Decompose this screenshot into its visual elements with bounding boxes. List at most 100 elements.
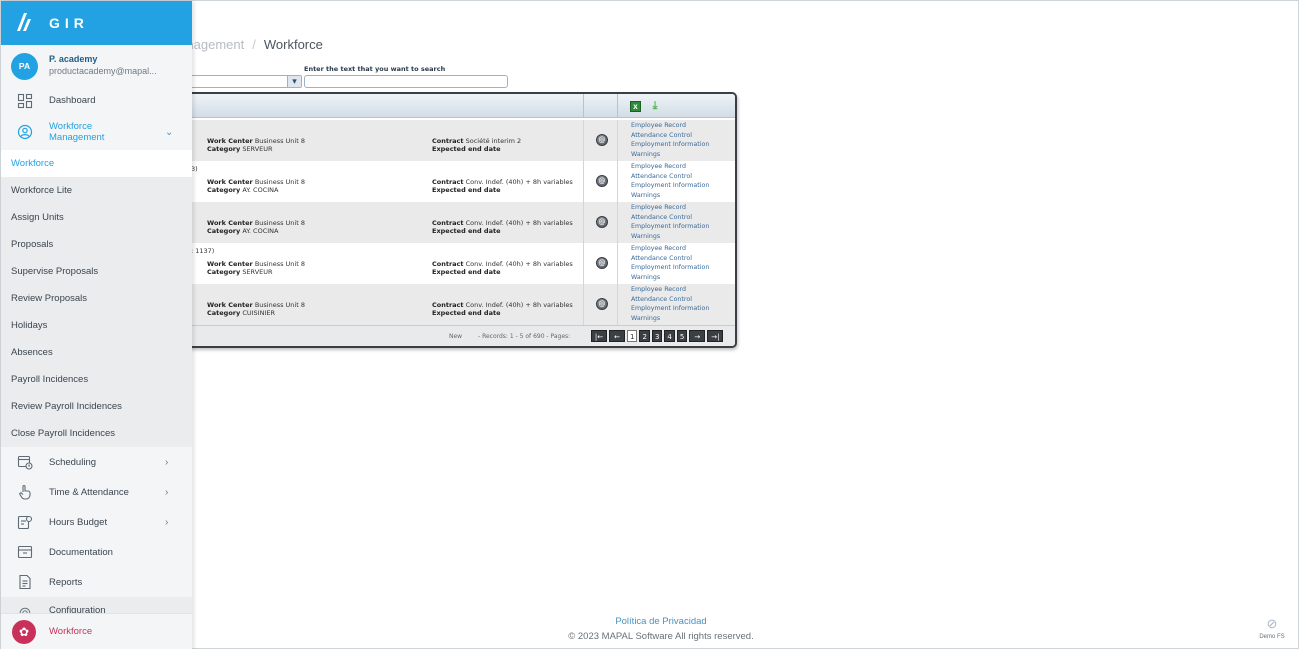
workspace-label: Workforce	[49, 626, 93, 637]
sidebar-item-scheduling[interactable]: Scheduling ›	[1, 447, 192, 477]
excel-export-icon[interactable]: x	[630, 101, 641, 112]
next-page-button[interactable]: →	[689, 330, 706, 342]
search-input[interactable]	[304, 75, 508, 88]
budget-icon	[17, 515, 33, 530]
sidebar-item-reports[interactable]: Reports	[1, 567, 192, 597]
chevron-right-icon: ›	[165, 486, 169, 498]
row-link[interactable]: Warnings	[631, 232, 709, 242]
row-link[interactable]: Attendance Control	[631, 295, 709, 305]
sidebar-item-time-attendance[interactable]: Time & Attendance ›	[1, 477, 192, 507]
attachment-icon[interactable]: @	[596, 175, 608, 187]
sidebar-item-label: Time & Attendance	[49, 486, 129, 498]
user-name: P. academy	[49, 54, 98, 64]
page-button-4[interactable]: 4	[664, 330, 675, 342]
sidebar-subitem[interactable]: Workforce Lite	[1, 177, 192, 204]
download-icon[interactable]: ⤓	[649, 100, 661, 112]
page-button-1[interactable]: 1	[627, 330, 638, 342]
row-link[interactable]: Attendance Control	[631, 131, 709, 141]
workspace-switcher[interactable]: ✿ Workforce	[1, 613, 192, 649]
row-link[interactable]: Warnings	[631, 273, 709, 283]
work-center-label: Work Center	[207, 301, 253, 309]
row-link[interactable]: Employment Information	[631, 304, 709, 314]
sidebar-subitem[interactable]: Payroll Incidences	[1, 366, 192, 393]
row-link[interactable]: Employment Information	[631, 263, 709, 273]
sidebar-item-label: Scheduling	[49, 456, 97, 468]
attachment-icon[interactable]: @	[596, 257, 608, 269]
dashboard-icon	[17, 93, 33, 108]
records-summary: - Records: 1 - 5 of 690 - Pages:	[478, 333, 571, 340]
table-row: : 1137) Work Center Business Unit 8 Catego…	[103, 243, 735, 284]
search-label: Enter the text that you want to search	[304, 65, 446, 73]
sidebar-subitem[interactable]: Holidays	[1, 312, 192, 339]
row-link[interactable]: Attendance Control	[631, 213, 709, 223]
breadcrumb-separator: /	[252, 37, 256, 52]
sidebar-item-dashboard[interactable]: Dashboard	[1, 87, 192, 114]
last-page-button[interactable]: →|	[707, 330, 724, 342]
prev-page-button[interactable]: ←	[609, 330, 625, 342]
row-link[interactable]: Attendance Control	[631, 254, 709, 264]
row-link[interactable]: Warnings	[631, 191, 709, 201]
sidebar-item-label: Documentation	[49, 546, 113, 558]
employee-name-fragment[interactable]: 3)	[191, 165, 198, 173]
row-link[interactable]: Warnings	[631, 314, 709, 324]
row-link[interactable]: Employee Record	[631, 203, 709, 213]
page-button-3[interactable]: 3	[651, 330, 663, 342]
report-icon	[19, 574, 31, 590]
sidebar-subitem[interactable]: Assign Units	[1, 204, 192, 231]
contract-label: Contract	[432, 137, 464, 145]
category-value: SERVEUR	[242, 268, 273, 276]
category-label: Category	[207, 186, 241, 194]
work-center-cell: Work Center Business Unit 8 Category SERV…	[207, 260, 305, 276]
avatar: PA	[11, 53, 38, 80]
page-button-2[interactable]: 2	[639, 330, 650, 342]
user-profile[interactable]: PA P. academy productacademy@mapal...	[1, 45, 192, 87]
row-link[interactable]: Employee Record	[631, 162, 709, 172]
sidebar-subitem[interactable]: Close Payroll Incidences	[1, 420, 192, 447]
sidebar-subitem[interactable]: Review Payroll Incidences	[1, 393, 192, 420]
attachment-icon[interactable]: @	[596, 298, 608, 310]
contract-value: Conv. Indef. (40h) + 8h variables	[465, 219, 573, 227]
work-center-cell: Work Center Business Unit 8 Category CUIS…	[207, 301, 305, 317]
attachment-icon[interactable]: @	[596, 216, 608, 228]
contract-cell: Contract Conv. Indef. (40h) + 8h variabl…	[432, 178, 573, 194]
row-action-links: Employee Record Attendance Control Employm…	[617, 202, 709, 243]
category-label: Category	[207, 309, 241, 317]
work-center-value: Business Unit 8	[254, 301, 305, 309]
row-link[interactable]: Employee Record	[631, 121, 709, 131]
demo-fs-widget[interactable]: ⊘ Demo FS	[1252, 617, 1292, 641]
new-record-link[interactable]: New	[449, 333, 462, 340]
row-link[interactable]: Employee Record	[631, 285, 709, 295]
sidebar-item-label: Dashboard	[49, 95, 96, 106]
sidebar-item-hours-budget[interactable]: Hours Budget ›	[1, 507, 192, 537]
contract-value: Société interim 2	[465, 137, 522, 145]
sidebar-subitem[interactable]: Workforce	[1, 150, 192, 177]
employee-name-fragment[interactable]: : 1137)	[191, 247, 214, 255]
attachment-icon[interactable]: @	[596, 134, 608, 146]
first-page-button[interactable]: |←	[591, 330, 607, 342]
contract-cell: Contract Conv. Indef. (40h) + 8h variabl…	[432, 301, 573, 317]
sidebar-subitem[interactable]: Review Proposals	[1, 285, 192, 312]
contract-value: Conv. Indef. (40h) + 8h variables	[465, 260, 573, 268]
sidebar-subitem[interactable]: Absences	[1, 339, 192, 366]
sidebar-subitem[interactable]: Supervise Proposals	[1, 258, 192, 285]
row-link[interactable]: Attendance Control	[631, 172, 709, 182]
sidebar-item-label: Hours Budget	[49, 516, 108, 528]
contract-label: Contract	[432, 260, 464, 268]
row-link[interactable]: Warnings	[631, 150, 709, 160]
row-link[interactable]: Employment Information	[631, 222, 709, 232]
row-link[interactable]: Employment Information	[631, 140, 709, 150]
sidebar-item-workforce-management[interactable]: Workforce Management ⌄	[1, 114, 192, 150]
row-link[interactable]: Employee Record	[631, 244, 709, 254]
category-value: AY. COCINA	[242, 186, 279, 194]
page-button-5[interactable]: 5	[676, 330, 688, 342]
contract-label: Contract	[432, 219, 464, 227]
privacy-policy-link[interactable]: Política de Privacidad	[561, 616, 761, 627]
brand-bar: GIR	[1, 1, 192, 45]
work-center-cell: Work Center Business Unit 8 Category AY. …	[207, 219, 305, 235]
sidebar-subitem[interactable]: Proposals	[1, 231, 192, 258]
work-center-label: Work Center	[207, 219, 253, 227]
row-link[interactable]: Employment Information	[631, 181, 709, 191]
gir-logo-icon[interactable]	[15, 12, 33, 32]
dropdown-arrow-icon[interactable]: ▾	[287, 76, 301, 87]
sidebar-item-documentation[interactable]: Documentation	[1, 537, 192, 567]
